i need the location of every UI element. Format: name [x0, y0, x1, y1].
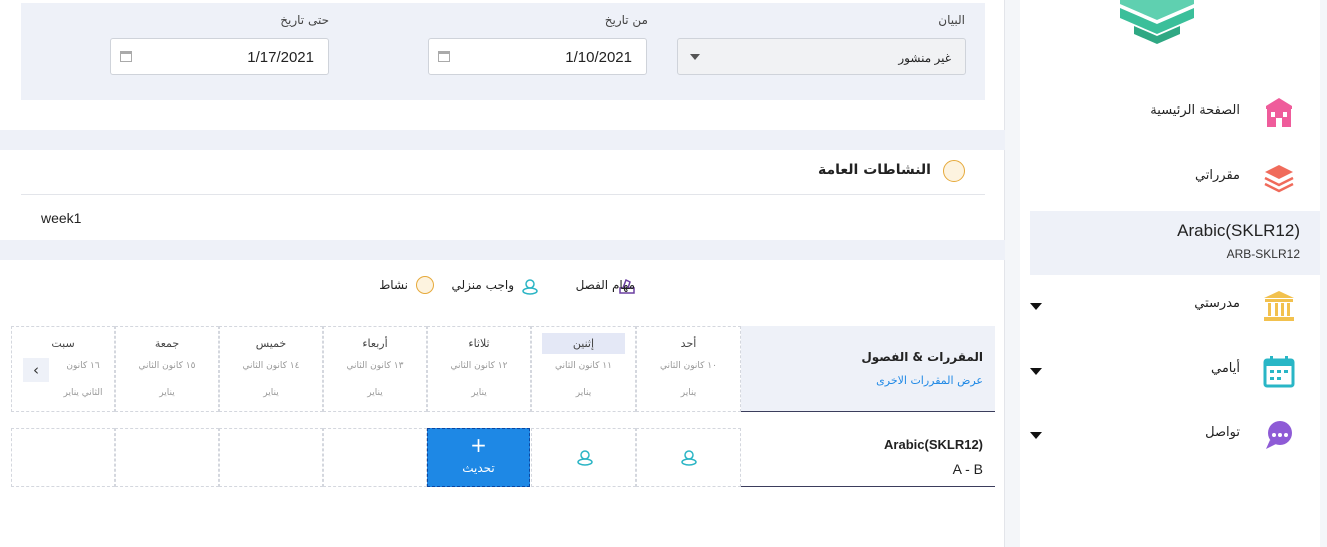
day-header-thursday: خميس ١٤ كانون الثاني يناير	[219, 326, 323, 412]
day-header-monday: إثنين ١١ كانون الثاني يناير	[531, 326, 636, 412]
courses-header-title: المقررات & الفصول	[861, 350, 983, 364]
general-activities-title: النشاطات العامة	[817, 162, 931, 178]
to-date-label: حتى تاريخ	[280, 13, 329, 27]
section-divider	[0, 240, 1005, 260]
day-date: ١٢ كانون الثاني	[450, 361, 508, 371]
statement-select-value: غير منشور	[898, 51, 951, 65]
sidebar-item-label: تواصل	[1205, 425, 1240, 440]
from-date-value: 1/10/2021	[565, 49, 632, 66]
schedule-cell[interactable]	[323, 428, 427, 487]
sidebar-item-my-courses[interactable]: مقرراتي	[1030, 153, 1320, 203]
day-header-sunday: أحد ١٠ كانون الثاني يناير	[636, 326, 741, 412]
schedule-cell[interactable]	[636, 428, 741, 487]
day-month: يناير	[471, 388, 487, 398]
course-row[interactable]: Arabic(SKLR12) A - B	[741, 428, 995, 487]
day-name: جمعة	[154, 337, 180, 350]
day-date: ١٤ كانون الثاني	[242, 361, 300, 371]
sidebar-item-label: مدرستي	[1194, 296, 1240, 311]
sidebar-item-label: مقرراتي	[1194, 168, 1240, 183]
update-label: تحديث	[462, 461, 495, 475]
from-date-label: من تاريخ	[604, 13, 648, 27]
day-header-wednesday: أربعاء ١٣ كانون الثاني يناير	[323, 326, 427, 412]
main-content: البيان غير منشور من تاريخ 1/10/2021 حتى …	[0, 0, 1005, 547]
plus-icon: +	[470, 433, 487, 457]
course-section: A - B	[952, 461, 983, 477]
sidebar-item-label: الصفحة الرئيسية	[1150, 103, 1240, 118]
from-date-input[interactable]: 1/10/2021	[428, 38, 647, 75]
day-name: ثلاثاء	[468, 337, 490, 350]
layers-icon	[1264, 165, 1294, 193]
courses-header: المقررات & الفصول عرض المقررات الاخرى	[741, 326, 995, 412]
day-month: يناير	[159, 388, 175, 398]
day-month: يناير	[367, 388, 383, 398]
divider	[21, 194, 985, 195]
day-header-friday: جمعة ١٥ كانون الثاني يناير	[115, 326, 219, 412]
calendar-icon	[438, 51, 450, 62]
chevron-down-icon	[1030, 368, 1042, 375]
day-date: ١٥ كانون الثاني	[138, 361, 196, 371]
schedule-cell[interactable]	[219, 428, 323, 487]
course-name: Arabic(SKLR12)	[884, 437, 983, 452]
chevron-down-icon	[1030, 432, 1042, 439]
active-course-name: Arabic(SKLR12)	[1177, 221, 1300, 240]
chat-icon	[1266, 421, 1292, 449]
calendar-icon	[1263, 356, 1295, 388]
schedule-cell[interactable]	[11, 428, 115, 487]
day-name: أحد	[680, 337, 697, 350]
homework-icon	[577, 450, 593, 466]
schedule-cell[interactable]	[115, 428, 219, 487]
update-button[interactable]: + تحديث	[427, 428, 530, 487]
legend-activity: نشاط	[379, 278, 408, 292]
statement-label: البيان	[938, 13, 965, 27]
day-month: الثاني يناير	[63, 388, 103, 398]
logo-icon	[1120, 0, 1194, 44]
legend-class-tasks: مهام الفصل	[575, 278, 635, 292]
filter-panel: البيان غير منشور من تاريخ 1/10/2021 حتى …	[21, 3, 985, 100]
sidebar-item-label: أيامي	[1211, 361, 1240, 376]
school-icon	[1264, 291, 1294, 321]
sidebar-item-communicate[interactable]: تواصل	[1030, 410, 1320, 460]
other-courses-link[interactable]: عرض المقررات الاخرى	[876, 374, 983, 387]
day-date: ١٦ كانون	[66, 361, 100, 371]
day-date: ١٣ كانون الثاني	[346, 361, 404, 371]
day-date: ١٠ كانون الثاني	[660, 361, 717, 371]
previous-week-button[interactable]: ‹	[23, 358, 49, 382]
to-date-value: 1/17/2021	[247, 49, 314, 66]
sidebar-item-my-school[interactable]: مدرستي	[1030, 281, 1320, 331]
sidebar: الصفحة الرئيسية مقرراتي Arabic(SKLR12) A…	[1020, 0, 1320, 547]
chevron-down-icon	[690, 54, 700, 60]
day-month: يناير	[263, 388, 279, 398]
schedule-cell[interactable]	[531, 428, 636, 487]
home-icon	[1266, 98, 1292, 127]
homework-icon	[681, 450, 697, 466]
day-name: أربعاء	[362, 337, 388, 350]
legend-homework: واجب منزلي	[451, 278, 514, 292]
day-date: ١١ كانون الثاني	[555, 361, 612, 371]
statement-select[interactable]: غير منشور	[677, 38, 966, 75]
palette-icon	[416, 276, 434, 294]
palette-icon	[943, 160, 965, 182]
day-header-tuesday: ثلاثاء ١٢ كانون الثاني يناير	[427, 326, 531, 412]
day-month: يناير	[680, 388, 697, 398]
sidebar-item-home[interactable]: الصفحة الرئيسية	[1030, 88, 1320, 138]
sidebar-active-course[interactable]: Arabic(SKLR12) ARB-SKLR12	[1030, 211, 1320, 275]
day-name: سبت	[51, 337, 75, 350]
to-date-input[interactable]: 1/17/2021	[110, 38, 329, 75]
day-name: إثنين	[542, 333, 625, 354]
day-name: خميس	[255, 337, 287, 350]
active-course-code: ARB-SKLR12	[1226, 247, 1300, 261]
sidebar-item-my-days[interactable]: أيامي	[1030, 346, 1320, 396]
section-divider	[0, 130, 1005, 150]
day-month: يناير	[575, 388, 592, 398]
homework-icon	[522, 279, 538, 295]
chevron-down-icon	[1030, 303, 1042, 310]
activity-item[interactable]: week1	[41, 210, 81, 226]
calendar-icon	[120, 51, 132, 62]
